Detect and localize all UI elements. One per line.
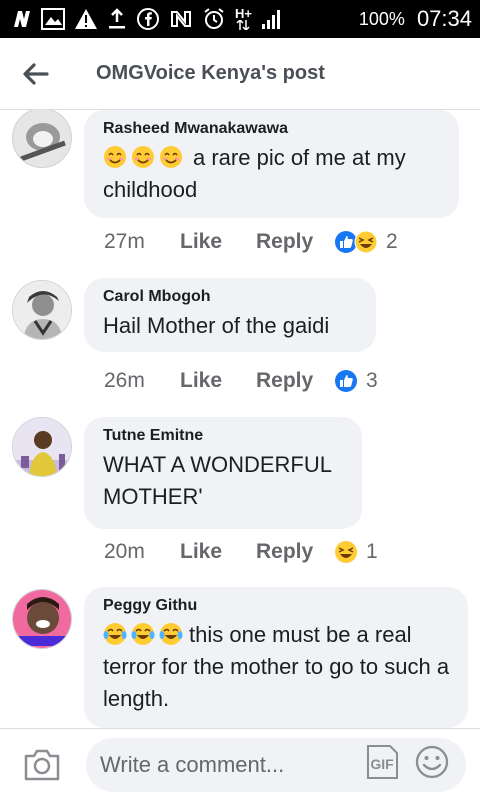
reaction-count: 1	[366, 540, 378, 563]
comment-composer: Write a comment...	[0, 728, 480, 800]
smiling-face-icon	[104, 146, 126, 168]
comment-actions: 26m Like Reply 3	[104, 369, 378, 393]
avatar[interactable]	[12, 280, 72, 340]
comment-actions: 20m Like Reply 1	[104, 540, 378, 564]
comment-text: this one must be a real terror for the m…	[103, 619, 450, 715]
comment-text: a rare pic of me at my childhood	[103, 142, 441, 206]
comment-author[interactable]: Peggy Githu	[103, 597, 450, 615]
haha-reaction-icon	[335, 541, 357, 563]
smiley-icon	[415, 745, 449, 779]
comment-bubble[interactable]: Tutne Emitne WHAT A WONDERFUL MOTHER'	[84, 417, 362, 529]
gif-button[interactable]: GIF	[364, 742, 400, 782]
facebook-icon	[136, 7, 160, 31]
warning-icon	[74, 7, 98, 31]
nfc-icon	[169, 7, 193, 31]
reply-button[interactable]: Reply	[256, 369, 334, 393]
tears-of-joy-icon	[103, 623, 127, 645]
smiling-face-icon	[132, 146, 154, 168]
comment-author[interactable]: Carol Mbogoh	[103, 288, 358, 306]
comment-time[interactable]: 27m	[104, 230, 180, 254]
comment-bubble[interactable]: Carol Mbogoh Hail Mother of the gaidi	[84, 278, 376, 352]
avatar[interactable]	[12, 589, 72, 649]
comment-time[interactable]: 26m	[104, 369, 180, 393]
network-type-icon: H+	[235, 7, 252, 31]
camera-button[interactable]	[22, 746, 62, 784]
reply-button[interactable]: Reply	[256, 230, 334, 254]
like-button[interactable]: Like	[180, 369, 256, 393]
reaction-summary[interactable]: 1	[334, 540, 378, 564]
comment-author[interactable]: Rasheed Mwanakawawa	[103, 120, 441, 138]
comment-text: Hail Mother of the gaidi	[103, 313, 330, 338]
like-button[interactable]: Like	[180, 540, 256, 564]
clock: 07:34	[416, 6, 472, 31]
status-icons: H+	[12, 7, 283, 31]
back-button[interactable]	[10, 48, 62, 100]
network-type-label: H+	[235, 6, 252, 21]
camera-icon	[24, 749, 60, 781]
avatar[interactable]	[12, 110, 72, 168]
battery-percentage: 100%	[358, 8, 405, 29]
haha-reaction-icon	[354, 230, 378, 254]
tears-of-joy-icon	[159, 623, 183, 645]
status-bar: H+ 100% 07:34	[0, 0, 480, 38]
gallery-icon	[41, 7, 65, 31]
reaction-count: 2	[386, 230, 398, 253]
upload-icon	[107, 7, 127, 31]
signal-icon	[261, 7, 283, 31]
reaction-summary[interactable]: 2	[334, 230, 398, 254]
like-reaction-icon	[335, 370, 357, 392]
smiling-face-icon	[160, 146, 182, 168]
comment-time[interactable]: 20m	[104, 540, 180, 564]
gif-label: GIF	[370, 756, 394, 772]
comment-bubble[interactable]: Peggy Githu this one must be a real terr…	[84, 587, 468, 728]
comments-list: Rasheed Mwanakawawa a rare pic of me at …	[0, 110, 480, 728]
app-bar: OMGVoice Kenya's post	[0, 38, 480, 110]
n-notification-icon	[12, 7, 32, 31]
emoji-button[interactable]	[414, 744, 450, 780]
page-title: OMGVoice Kenya's post	[96, 62, 325, 84]
comment-actions: 27m Like Reply 2	[104, 230, 398, 254]
avatar[interactable]	[12, 417, 72, 477]
comment-bubble[interactable]: Rasheed Mwanakawawa a rare pic of me at …	[84, 110, 459, 218]
comment-text: WHAT A WONDERFUL MOTHER'	[103, 452, 332, 509]
comment-author[interactable]: Tutne Emitne	[103, 427, 344, 445]
alarm-icon	[202, 7, 226, 31]
tears-of-joy-icon	[131, 623, 155, 645]
comment-input-placeholder: Write a comment...	[100, 752, 285, 777]
comment-input[interactable]: Write a comment...	[86, 738, 466, 792]
like-button[interactable]: Like	[180, 230, 256, 254]
reaction-summary[interactable]: 3	[334, 369, 378, 393]
reply-button[interactable]: Reply	[256, 540, 334, 564]
reaction-count: 3	[366, 369, 378, 392]
arrow-left-icon	[23, 62, 49, 85]
